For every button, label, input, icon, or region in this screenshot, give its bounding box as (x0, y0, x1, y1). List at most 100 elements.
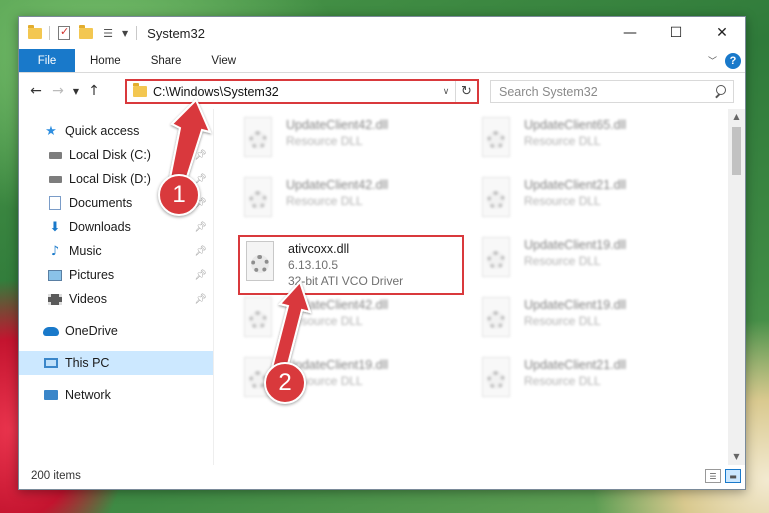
sidebar-item-music[interactable]: ♪ Music 📌︎ (19, 239, 213, 263)
sidebar-item-quick-access[interactable]: ★ Quick access (19, 119, 213, 143)
minimize-button[interactable]: — (607, 17, 653, 49)
title-bar: ☰ ▼ System32 — ☐ ✕ (19, 17, 745, 49)
item-count: 200 items (31, 470, 81, 482)
search-icon[interactable] (713, 84, 727, 99)
address-bar[interactable]: C:\Windows\System32 ∨ ↻ (125, 79, 479, 104)
pin-icon: 📌︎ (194, 293, 207, 305)
sidebar-item-label: Quick access (65, 124, 140, 138)
file-type: Resource DLL (286, 314, 363, 328)
back-icon[interactable]: ← (25, 83, 47, 99)
sidebar-item-label: Music (69, 244, 102, 258)
tab-view[interactable]: View (196, 49, 251, 72)
file-name: UpdateClient42.dll (286, 298, 389, 312)
dll-file-icon (478, 117, 514, 161)
tab-home[interactable]: Home (75, 49, 136, 72)
disk-icon (47, 171, 63, 187)
address-row: ← → ▼ ↑ C:\Windows\System32 ∨ ↻ Search S… (19, 73, 745, 109)
music-icon: ♪ (50, 243, 60, 259)
properties-icon[interactable] (56, 25, 72, 41)
sidebar-item-label: Videos (69, 292, 107, 306)
sidebar-item-videos[interactable]: Videos 📌︎ (19, 287, 213, 311)
tab-share[interactable]: Share (136, 49, 197, 72)
status-bar: 200 items ☰ ▬ (19, 463, 745, 489)
explorer-window: ☰ ▼ System32 — ☐ ✕ File Home Share View … (18, 16, 746, 490)
chevron-down-icon[interactable]: ∨ (437, 87, 455, 97)
sidebar-item-label: Pictures (69, 268, 115, 282)
ribbon-tabs: File Home Share View ﹀ ? (19, 49, 745, 73)
step-2-badge: 2 (264, 362, 306, 404)
search-input[interactable]: Search System32 (490, 80, 734, 103)
file-list: UpdateClient42.dll Resource DLL UpdateCli… (214, 109, 745, 465)
list-item[interactable]: UpdateClient21.dll Resource DLL (478, 177, 626, 229)
dll-file-icon (240, 177, 276, 221)
recent-locations-icon[interactable]: ▼ (69, 87, 83, 96)
details-view-icon[interactable]: ☰ (705, 469, 721, 483)
tab-file[interactable]: File (19, 49, 75, 72)
pc-icon (43, 355, 59, 371)
list-item[interactable]: UpdateClient19.dll Resource DLL (478, 297, 626, 349)
tiles-view-icon[interactable]: ▬ (725, 469, 741, 483)
maximize-button[interactable]: ☐ (653, 17, 699, 49)
sidebar-item-label: Network (65, 388, 111, 402)
list-item[interactable]: UpdateClient19.dll Resource DLL (240, 357, 388, 409)
address-path[interactable]: C:\Windows\System32 (153, 85, 279, 99)
pictures-icon (47, 267, 63, 283)
file-name: UpdateClient42.dll (286, 178, 389, 192)
sidebar-item-downloads[interactable]: ⬇ Downloads 📌︎ (19, 215, 213, 239)
file-name: ativcoxx.dll (288, 242, 350, 256)
list-item[interactable]: UpdateClient21.dll Resource DLL (478, 357, 626, 409)
list-item[interactable]: UpdateClient42.dll Resource DLL (240, 177, 388, 229)
expand-ribbon-icon[interactable]: ﹀ (708, 54, 717, 67)
file-name: UpdateClient19.dll (524, 298, 627, 312)
file-version: 6.13.10.5 (288, 258, 339, 272)
file-type: Resource DLL (524, 374, 601, 388)
vertical-scrollbar[interactable]: ▲ ▼ (728, 109, 745, 465)
file-name: UpdateClient65.dll (524, 118, 627, 132)
main-area: ★ Quick access Local Disk (C:) 📌︎ Local … (19, 109, 745, 465)
folder-icon (27, 24, 43, 41)
network-icon (43, 387, 59, 403)
divider (136, 26, 138, 40)
navigation-pane: ★ Quick access Local Disk (C:) 📌︎ Local … (19, 109, 214, 465)
sidebar-item-this-pc[interactable]: This PC (19, 351, 213, 375)
file-name: UpdateClient42.dll (286, 118, 389, 132)
file-type: Resource DLL (524, 134, 601, 148)
window-controls: — ☐ ✕ (607, 17, 745, 49)
sidebar-item-onedrive[interactable]: OneDrive (19, 319, 213, 343)
sidebar-item-label: Documents (69, 196, 133, 210)
dll-file-icon (478, 297, 514, 341)
list-item[interactable]: UpdateClient42.dll Resource DLL (240, 297, 388, 349)
customize-quick-access-icon[interactable]: ☰ (100, 25, 116, 41)
folder-icon (133, 83, 147, 97)
file-name: UpdateClient19.dll (524, 238, 627, 252)
file-type: Resource DLL (286, 134, 363, 148)
search-placeholder: Search System32 (499, 84, 598, 99)
file-type: Resource DLL (524, 314, 601, 328)
chevron-down-icon[interactable]: ▼ (122, 29, 128, 38)
close-button[interactable]: ✕ (699, 17, 745, 49)
videos-icon (47, 291, 63, 307)
list-item[interactable]: UpdateClient42.dll Resource DLL (240, 117, 388, 169)
sidebar-item-label: OneDrive (65, 324, 118, 338)
list-item[interactable]: UpdateClient19.dll Resource DLL (478, 237, 626, 289)
forward-icon[interactable]: → (47, 83, 69, 99)
dll-file-icon (478, 237, 514, 281)
help-icon[interactable]: ? (725, 52, 741, 69)
file-name: UpdateClient21.dll (524, 358, 627, 372)
scroll-up-icon[interactable]: ▲ (728, 109, 745, 125)
pin-icon: 📌︎ (194, 269, 207, 281)
up-icon[interactable]: ↑ (83, 83, 105, 99)
sidebar-item-network[interactable]: Network (19, 383, 213, 407)
dll-file-icon (478, 357, 514, 401)
list-item[interactable]: UpdateClient65.dll Resource DLL (478, 117, 626, 169)
refresh-icon[interactable]: ↻ (455, 81, 477, 102)
sidebar-item-local-disk-c[interactable]: Local Disk (C:) 📌︎ (19, 143, 213, 167)
selected-file-ativcoxx[interactable]: ativcoxx.dll 6.13.10.5 32-bit ATI VCO Dr… (238, 235, 464, 295)
sidebar-item-pictures[interactable]: Pictures 📌︎ (19, 263, 213, 287)
onedrive-icon (43, 323, 59, 339)
scrollbar-thumb[interactable] (732, 127, 741, 175)
new-folder-icon[interactable] (78, 24, 94, 41)
file-type: 32-bit ATI VCO Driver (288, 274, 404, 288)
